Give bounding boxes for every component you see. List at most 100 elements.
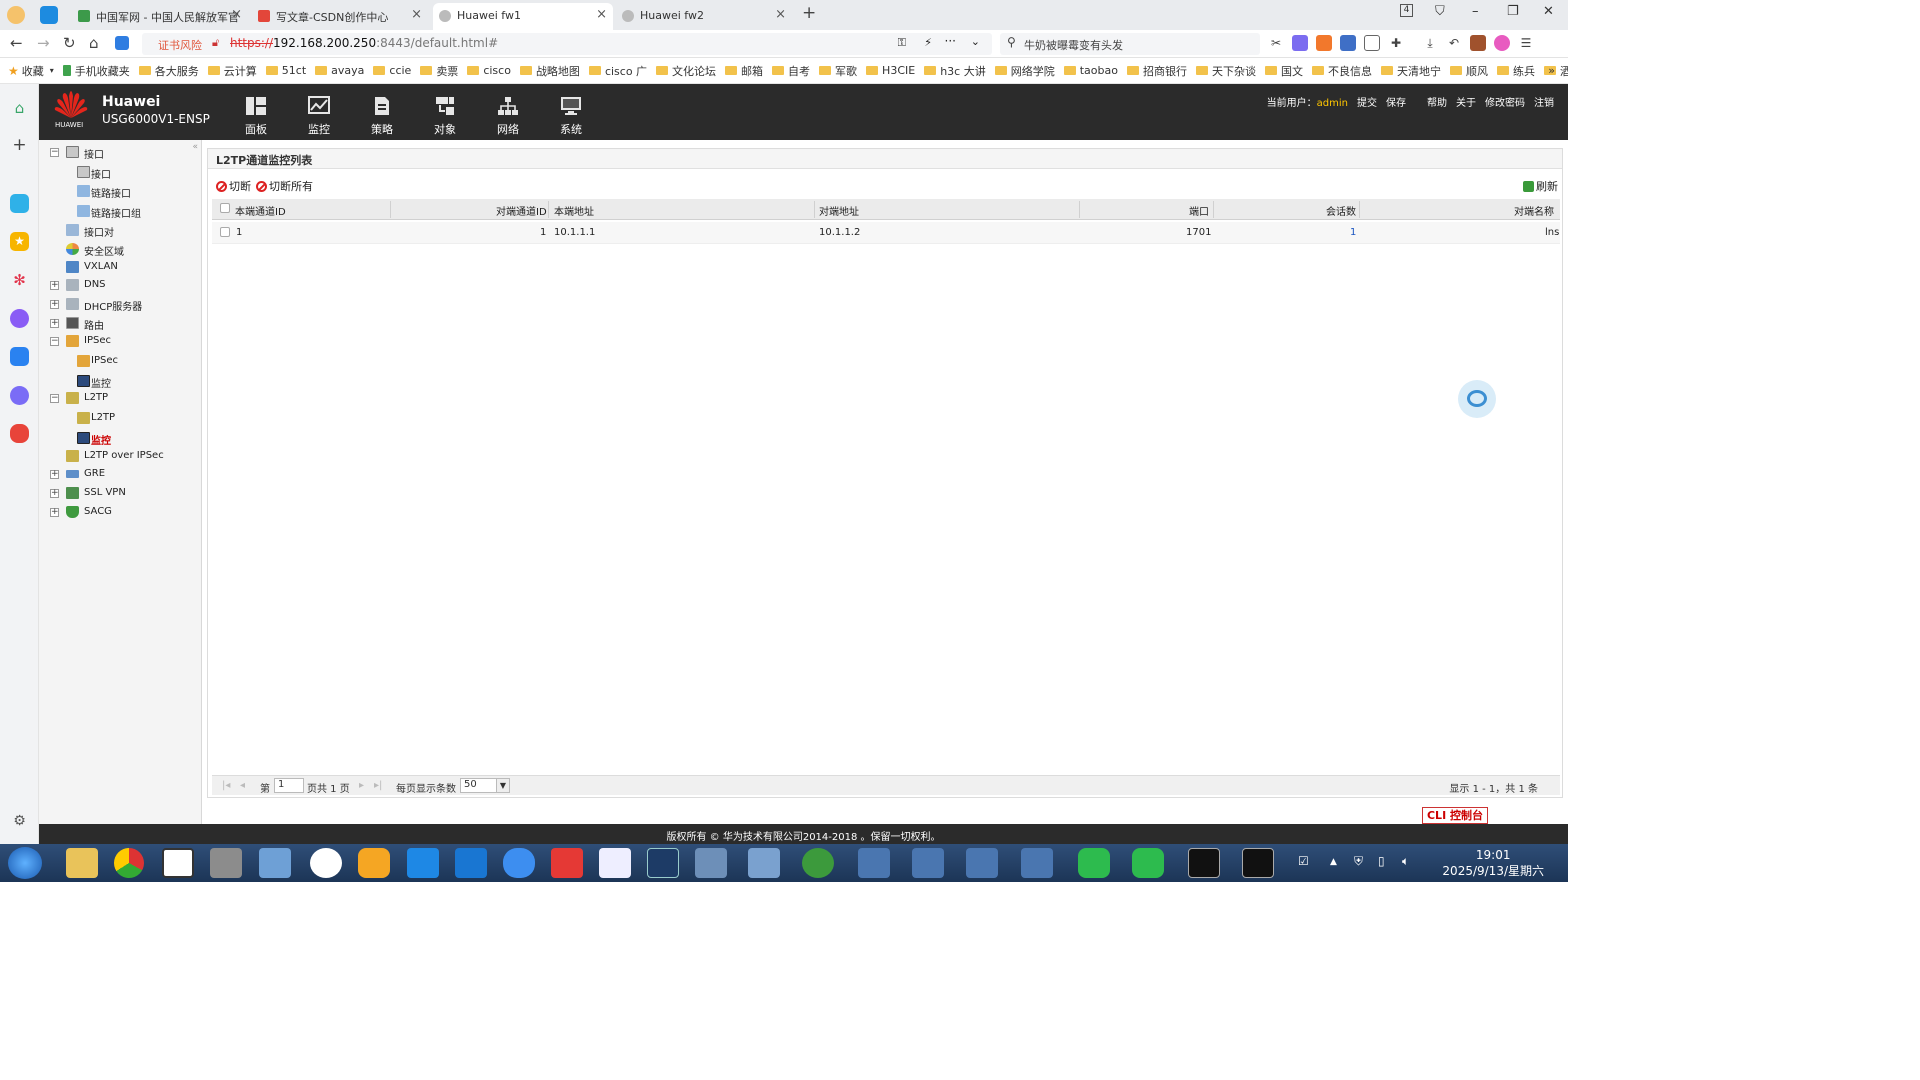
hdx-icon[interactable] <box>162 848 194 878</box>
save-link[interactable]: 保存 <box>1386 94 1406 109</box>
chevron-down-icon[interactable]: ⌄ <box>971 35 980 48</box>
checkbox-tray-icon[interactable]: ☑ <box>1298 854 1309 868</box>
robot-icon[interactable] <box>10 386 29 405</box>
youdao-icon[interactable] <box>551 848 583 878</box>
network-manager-icon[interactable] <box>748 848 780 878</box>
file-explorer-icon[interactable] <box>66 848 98 878</box>
close-icon[interactable]: × <box>596 7 607 22</box>
minimize-icon[interactable]: – <box>1472 4 1479 19</box>
back-icon[interactable]: ← <box>10 34 23 52</box>
profile-avatar-icon[interactable] <box>7 6 25 24</box>
bookmark-item[interactable]: 顺风 <box>1449 63 1488 79</box>
start-button-icon[interactable] <box>8 847 42 879</box>
cloud-icon[interactable] <box>503 848 535 878</box>
bookmark-item[interactable]: H3CIE <box>866 64 915 77</box>
chrome-icon[interactable] <box>114 848 144 878</box>
shield-tray-icon[interactable]: ⛨ <box>1354 854 1363 869</box>
more-icon[interactable]: ··· <box>945 34 956 48</box>
bookmark-item[interactable]: 文化论坛 <box>656 63 716 79</box>
feishu-icon[interactable] <box>407 848 439 878</box>
change-password-link[interactable]: 修改密码 <box>1485 94 1525 109</box>
nav-dashboard[interactable]: 面板 <box>236 96 276 137</box>
bookmark-item[interactable]: cisco 广 <box>588 63 647 79</box>
waveform-app-icon[interactable] <box>647 848 679 878</box>
next-page-icon[interactable]: ▸ <box>359 780 364 791</box>
translate-icon[interactable] <box>10 194 29 213</box>
url-field[interactable]: 证书风险 🔓︎ https://192.168.200.250:8443/def… <box>142 33 992 55</box>
download-icon[interactable]: ⤓ <box>1422 35 1438 51</box>
tab-huawei-fw2[interactable]: Huawei fw2 × <box>616 3 792 30</box>
cell-session-count-link[interactable]: 1 <box>1350 227 1356 238</box>
account-icon[interactable] <box>1494 35 1510 51</box>
ai-icon[interactable] <box>10 347 29 366</box>
nav-policy[interactable]: 策略 <box>362 96 402 137</box>
flower-app-icon[interactable] <box>310 848 342 878</box>
bookmark-item[interactable]: ccie <box>373 64 411 77</box>
bookmark-item[interactable]: taobao <box>1063 64 1118 77</box>
bookmark-item[interactable]: 云计算 <box>207 63 257 79</box>
expand-icon[interactable]: + <box>50 319 59 328</box>
search-input[interactable]: ⚲ 牛奶被曝霉变有头发 <box>1000 33 1260 55</box>
bookmark-item[interactable]: 自考 <box>772 63 810 79</box>
bookmark-item[interactable]: 战略地图 <box>519 63 580 79</box>
insecure-lock-icon[interactable]: 🔓︎ <box>212 36 219 50</box>
show-hidden-icons-icon[interactable]: ▲ <box>1330 857 1337 867</box>
bookmark-item[interactable]: 手机收藏夹 <box>62 63 130 79</box>
bookmark-item[interactable]: 不良信息 <box>1311 63 1372 79</box>
help-link[interactable]: 帮助 <box>1427 94 1447 109</box>
chevron-down-icon[interactable]: ▼ <box>496 779 509 792</box>
ensp-router-3-icon[interactable] <box>966 848 998 878</box>
bookmark-item[interactable]: h3c 大讲 <box>924 63 986 79</box>
col-local-address[interactable]: 本端地址 <box>554 203 594 218</box>
bookmark-item[interactable]: 练兵 <box>1496 63 1535 79</box>
nav-object[interactable]: 对象 <box>425 96 465 137</box>
tab-csdn[interactable]: 写文章-CSDN创作中心 × <box>252 3 428 30</box>
cut-button[interactable]: 切断 <box>216 178 251 194</box>
home-icon[interactable]: ⌂ <box>89 34 99 52</box>
bookmark-favorites[interactable]: ★ 收藏 ▾ <box>8 63 54 79</box>
key-icon[interactable]: ⚿ <box>898 36 906 50</box>
bookmark-item[interactable]: avaya <box>315 64 364 77</box>
close-icon[interactable]: × <box>231 7 242 22</box>
ensp-router-2-icon[interactable] <box>912 848 944 878</box>
last-page-icon[interactable]: ▸| <box>374 780 382 791</box>
favorites-star-icon[interactable]: ★ <box>10 232 29 251</box>
bookmark-item[interactable]: 各大服务 <box>138 63 199 79</box>
extension-orange-icon[interactable] <box>1316 35 1332 51</box>
bookmark-item[interactable]: 网络学院 <box>994 63 1055 79</box>
undo-icon[interactable]: ↶ <box>1446 35 1462 51</box>
expand-icon[interactable]: + <box>50 508 59 517</box>
battery-icon[interactable]: ▯ <box>1378 854 1385 868</box>
cut-all-button[interactable]: 切断所有 <box>256 178 313 194</box>
window-close-icon[interactable]: ✕ <box>1543 4 1554 19</box>
terminal-1-icon[interactable] <box>1188 848 1220 878</box>
extension-blue-icon[interactable] <box>1340 35 1356 51</box>
col-port[interactable]: 端口 <box>1189 203 1209 218</box>
network-graph-icon[interactable]: ✻ <box>10 271 29 290</box>
select-all-checkbox[interactable] <box>220 203 230 213</box>
ensp-router-4-icon[interactable] <box>1021 848 1053 878</box>
bookmark-item[interactable]: 国文 <box>1264 63 1303 79</box>
tab-huawei-fw1[interactable]: Huawei fw1 × <box>433 3 613 30</box>
more-bookmarks-icon[interactable]: » <box>1548 64 1555 77</box>
col-local-tunnel-id[interactable]: 本端通道ID <box>235 203 286 218</box>
puzzle-icon[interactable]: ✚ <box>1388 35 1404 51</box>
lightning-icon[interactable]: ⚡︎ <box>924 36 932 49</box>
bookmark-item[interactable]: 军歌 <box>819 63 857 79</box>
table-row[interactable]: 1 1 10.1.1.1 10.1.1.2 1701 1 lns <box>212 222 1560 244</box>
new-tab-button[interactable]: + <box>802 3 816 23</box>
tab-counter[interactable]: 4 <box>1400 4 1413 17</box>
restore-icon[interactable]: ❐ <box>1507 4 1519 19</box>
volume-icon[interactable]: 🔈︎ <box>1402 854 1409 869</box>
toolbox-icon[interactable] <box>1470 35 1486 51</box>
col-peer-tunnel-id[interactable]: 对端通道ID <box>496 203 547 218</box>
per-page-select[interactable]: 50 ▼ <box>460 778 510 793</box>
bookmark-item[interactable]: 51ct <box>265 64 306 77</box>
col-peer-name[interactable]: 对端名称 <box>1514 203 1554 218</box>
submit-link[interactable]: 提交 <box>1357 94 1377 109</box>
settings-gear-icon[interactable]: ⚙ <box>10 812 29 831</box>
ie-browser-icon[interactable] <box>802 848 834 878</box>
bookmark-item[interactable]: 天下杂谈 <box>1195 63 1256 79</box>
k-app-icon[interactable] <box>358 848 390 878</box>
prev-page-icon[interactable]: ◂ <box>240 780 245 791</box>
